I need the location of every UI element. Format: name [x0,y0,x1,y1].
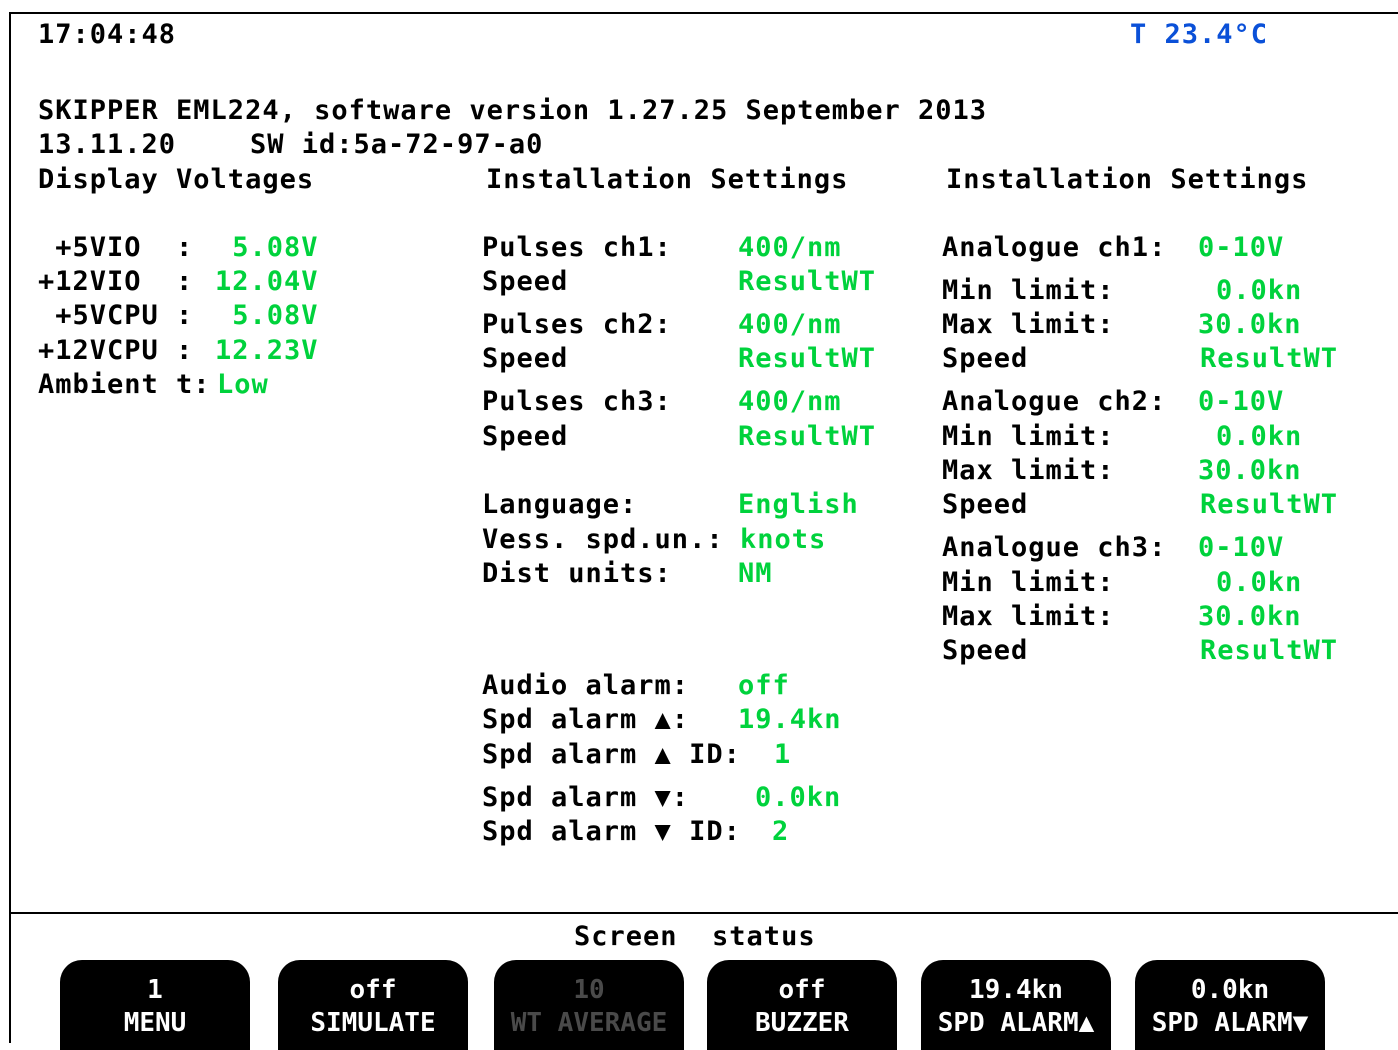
setting-value: 30.0kn [1198,309,1302,340]
voltage-value: 5.08V [215,300,319,331]
setting-label: Max limit: [942,309,1115,340]
footer-divider [9,912,1398,914]
setting-label: Spd alarm ▲: [482,704,690,735]
installation-settings-title-2: Installation Settings [946,164,1309,195]
ambient-value: Low [217,369,269,400]
setting-label: Dist units: [482,558,672,589]
setting-label: Speed [942,343,1029,374]
setting-label: Spd alarm ▼ ID: [482,816,741,847]
setting-value: ResultWT [1200,489,1339,520]
setting-label: Analogue ch2: [942,386,1167,417]
voltage-label: +12VCPU : [38,335,194,366]
voltage-label: +5VIO : [38,232,194,263]
setting-value: 0-10V [1198,532,1285,563]
setting-value: 0.0kn [1216,275,1303,306]
setting-value: 400/nm [738,386,842,417]
setting-label: Analogue ch3: [942,532,1167,563]
setting-value: off [738,670,790,701]
wt-average-softkey[interactable]: 10 WT AVERAGE [494,960,684,1050]
setting-value: 400/nm [738,309,842,340]
setting-value: 400/nm [738,232,842,263]
setting-value: 0-10V [1198,386,1285,417]
setting-label: Pulses ch2: [482,309,672,340]
setting-label: Pulses ch1: [482,232,672,263]
setting-label: Audio alarm: [482,670,690,701]
setting-label: Min limit: [942,275,1115,306]
setting-label: Spd alarm ▼: [482,782,690,813]
spd-alarm-low-softkey[interactable]: 0.0kn SPD ALARM▼ [1135,960,1325,1050]
setting-value: English [738,489,859,520]
voltage-label: +5VCPU : [38,300,194,331]
software-version-line: SKIPPER EML224, software version 1.27.25… [38,95,988,126]
voltage-value: 12.23V [215,335,319,366]
setting-value: 0-10V [1198,232,1285,263]
installation-settings-title-1: Installation Settings [486,164,849,195]
setting-label: Speed [942,489,1029,520]
setting-value: 0.0kn [1216,421,1303,452]
setting-value: 30.0kn [1198,601,1302,632]
voltage-label: +12VIO : [38,266,194,297]
softkey-value: 19.4kn [969,975,1063,1005]
setting-label: Speed [482,266,569,297]
setting-value: ResultWT [1200,635,1339,666]
setting-value: ResultWT [1200,343,1339,374]
softkey-label: SPD ALARM▲ [937,1008,1095,1038]
setting-value: 30.0kn [1198,455,1302,486]
clock: 17:04:48 [38,19,177,50]
setting-label: Speed [482,421,569,452]
setting-label: Vess. spd.un.: [482,524,724,555]
softkey-label: SIMULATE [310,1008,436,1038]
setting-value: 0.0kn [1216,567,1303,598]
voltage-value: 12.04V [215,266,319,297]
softkey-value: 1 [147,975,163,1005]
display-voltages-title: Display Voltages [38,164,315,195]
setting-value: 2 [772,816,790,847]
softkey-value: 10 [573,975,605,1005]
setting-value: ResultWT [738,421,877,452]
setting-label: Spd alarm ▲ ID: [482,739,741,770]
setting-label: Min limit: [942,421,1115,452]
ambient-label: Ambient t: [38,369,211,400]
menu-softkey[interactable]: 1 MENU [60,960,250,1050]
buzzer-softkey[interactable]: off BUZZER [707,960,897,1050]
setting-label: Pulses ch3: [482,386,672,417]
setting-label: Speed [482,343,569,374]
softkey-value: off [349,975,397,1005]
softkey-value: 0.0kn [1190,975,1270,1005]
setting-value: 19.4kn [738,704,842,735]
setting-label: Max limit: [942,601,1115,632]
setting-value: knots [740,524,827,555]
simulate-softkey[interactable]: off SIMULATE [278,960,468,1050]
softkey-label: BUZZER [755,1008,849,1038]
setting-label: Max limit: [942,455,1115,486]
softkey-label: MENU [123,1008,187,1038]
setting-label: Analogue ch1: [942,232,1167,263]
softkey-label: SPD ALARM▼ [1151,1008,1309,1038]
setting-value: ResultWT [738,343,877,374]
setting-value: ResultWT [738,266,877,297]
setting-value: NM [738,558,773,589]
voltage-value: 5.08V [215,232,319,263]
spd-alarm-high-softkey[interactable]: 19.4kn SPD ALARM▲ [921,960,1111,1050]
setting-label: Min limit: [942,567,1115,598]
temperature-readout: T 23.4°C [1130,19,1269,50]
software-id-label: SW id:5a-72-97-a0 [250,129,544,160]
setting-value: 0.0kn [755,782,842,813]
screen-status-title: Screen status [574,921,816,952]
setting-value: 1 [774,739,792,770]
setting-label: Language: [482,489,638,520]
date-label: 13.11.20 [38,129,177,160]
softkey-label: WT AVERAGE [510,1008,668,1038]
setting-label: Speed [942,635,1029,666]
softkey-value: off [778,975,826,1005]
